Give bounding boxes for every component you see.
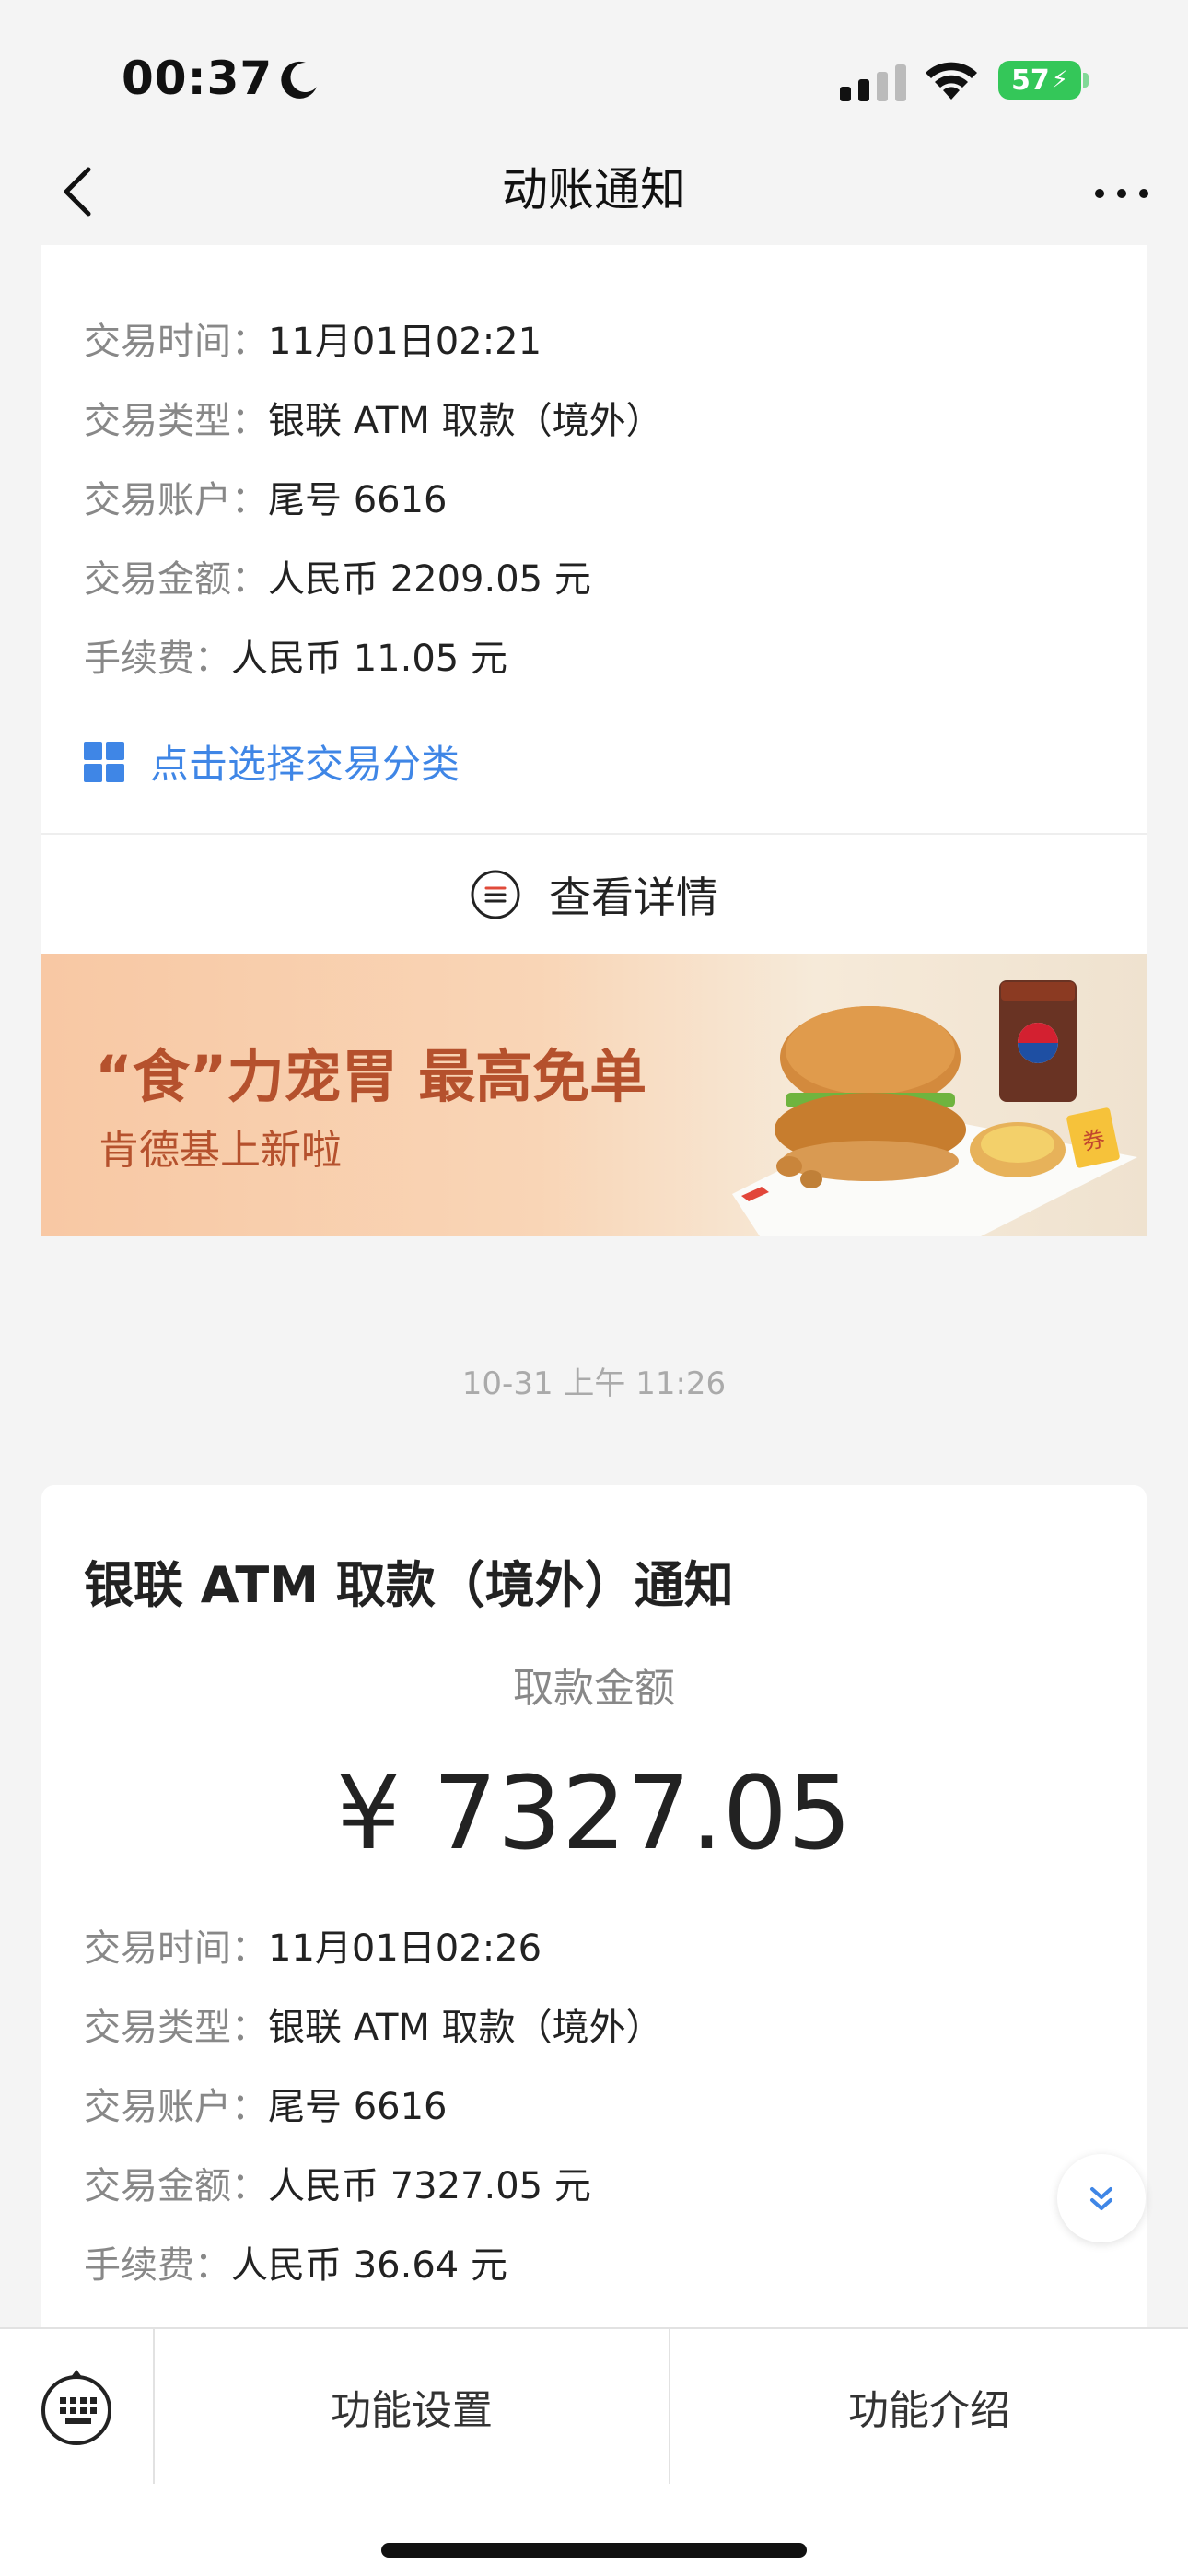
bottom-menu-bar: 功能设置 功能介绍: [0, 2327, 1188, 2484]
function-settings-button[interactable]: 功能设置: [155, 2329, 670, 2484]
row-value: 尾号 6616: [268, 2086, 448, 2128]
amount-label: 取款金额: [513, 1665, 675, 1712]
status-bar: 00:37 57 ⚡: [0, 0, 1188, 138]
battery-tip: [1083, 73, 1089, 88]
category-label: 点击选择交易分类: [150, 742, 460, 787]
wifi-icon: [926, 62, 977, 100]
food-illustration: 券: [732, 980, 1137, 1236]
scroll-to-bottom-button[interactable]: [1057, 2154, 1146, 2242]
view-details-button[interactable]: 查看详情: [41, 835, 1147, 954]
row-value: 人民币 36.64 元: [231, 2244, 507, 2287]
row-value: 银联 ATM 取款（境外）: [268, 400, 663, 442]
detail-row-type: 交易类型：银联 ATM 取款（境外）: [84, 391, 663, 444]
banner-subtitle: 肯德基上新啦: [99, 1127, 342, 1174]
message-timestamp: 10-31 上午 11:26: [461, 1365, 727, 1402]
detail-row-type: 交易类型：银联 ATM 取款（境外）: [84, 1997, 663, 2051]
row-label: 交易账户：: [84, 479, 268, 521]
detail-row-time: 交易时间：11月01日02:26: [84, 1918, 542, 1972]
row-value: 人民币 7327.05 元: [268, 2165, 591, 2207]
row-value: 人民币 2209.05 元: [268, 558, 591, 601]
status-time: 00:37: [122, 52, 274, 105]
detail-row-account: 交易账户：尾号 6616: [84, 2077, 448, 2130]
detail-row-time: 交易时间：11月01日02:21: [84, 311, 542, 365]
row-label: 交易账户：: [84, 2086, 268, 2128]
battery-icon: 57 ⚡: [998, 61, 1081, 100]
keyboard-toggle-button[interactable]: [0, 2329, 155, 2484]
details-label: 查看详情: [549, 872, 718, 922]
transaction-card-1: 交易时间：11月01日02:21 交易类型：银联 ATM 取款（境外） 交易账户…: [41, 245, 1147, 1236]
row-value: 尾号 6616: [268, 479, 448, 521]
transaction-card-2: 银联 ATM 取款（境外）通知 取款金额 ¥ 7327.05 交易时间：11月0…: [41, 1485, 1147, 2336]
row-label: 手续费：: [84, 2244, 231, 2287]
select-category-link[interactable]: 点击选择交易分类: [84, 733, 460, 790]
detail-row-amount: 交易金额：人民币 2209.05 元: [84, 549, 591, 603]
detail-row-fee: 手续费：人民币 36.64 元: [84, 2235, 507, 2289]
row-label: 交易时间：: [84, 1927, 268, 1970]
more-dots-icon[interactable]: [1092, 175, 1151, 212]
detail-row-fee: 手续费：人民币 11.05 元: [84, 628, 507, 682]
row-value: 11月01日02:26: [268, 1927, 542, 1970]
row-label: 手续费：: [84, 638, 231, 680]
detail-row-amount: 交易金额：人民币 7327.05 元: [84, 2156, 591, 2209]
home-indicator[interactable]: [381, 2543, 807, 2558]
battery-level: 57: [1010, 64, 1050, 97]
double-chevron-down-icon: [1090, 2187, 1112, 2210]
cellular-signal-icon: [840, 64, 906, 101]
row-label: 交易金额：: [84, 2165, 268, 2207]
notification-title: 银联 ATM 取款（境外）通知: [84, 1556, 734, 1614]
row-value: 人民币 11.05 元: [231, 638, 507, 680]
home-indicator-area: [0, 2484, 1188, 2576]
row-value: 银联 ATM 取款（境外）: [268, 2007, 663, 2049]
detail-row-account: 交易账户：尾号 6616: [84, 470, 448, 523]
row-value: 11月01日02:21: [268, 321, 542, 363]
amount-value: ¥ 7327.05: [336, 1754, 852, 1872]
nav-bar: 动账通知: [0, 138, 1188, 245]
grid-icon: [84, 741, 124, 782]
banner-headline: “食”力宠胃 最高免单: [95, 1043, 647, 1110]
moon-icon: [281, 61, 317, 99]
function-intro-button[interactable]: 功能介绍: [670, 2329, 1188, 2484]
ad-banner[interactable]: “食”力宠胃 最高免单 肯德基上新啦 券: [41, 954, 1147, 1236]
page-title: 动账通知: [502, 163, 686, 217]
row-label: 交易类型：: [84, 400, 268, 442]
row-label: 交易金额：: [84, 558, 268, 601]
details-list-icon: [471, 870, 520, 919]
row-label: 交易类型：: [84, 2007, 268, 2049]
row-label: 交易时间：: [84, 321, 268, 363]
keyboard-icon: [41, 2370, 111, 2445]
charging-bolt-icon: ⚡: [1051, 66, 1068, 94]
